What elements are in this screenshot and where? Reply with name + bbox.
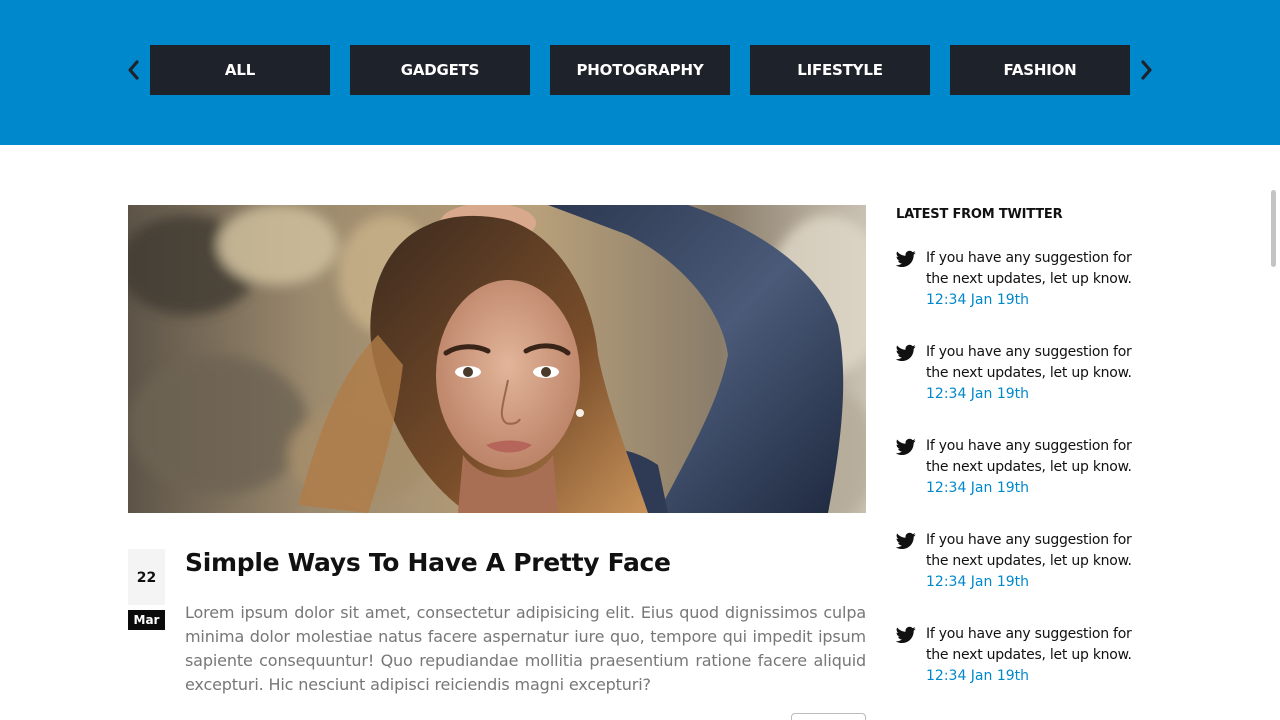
chevron-left-icon xyxy=(128,60,139,80)
tweet-text: If you have any suggestion for the next … xyxy=(926,250,1132,287)
next-categories-button[interactable] xyxy=(1140,58,1154,82)
tweet-time-link[interactable]: 12:34 Jan 19th xyxy=(926,668,1029,684)
post-excerpt: Lorem ipsum dolor sit amet, consectetur … xyxy=(185,603,866,694)
twitter-bird-icon xyxy=(896,438,916,455)
category-lifestyle[interactable]: LIFESTYLE xyxy=(750,45,930,95)
category-photography[interactable]: PHOTOGRAPHY xyxy=(550,45,730,95)
tweet-time-link[interactable]: 12:34 Jan 19th xyxy=(926,386,1029,402)
tweet-time-link[interactable]: 12:34 Jan 19th xyxy=(926,292,1029,308)
read-more-button[interactable] xyxy=(791,713,866,720)
tweet-text: If you have any suggestion for the next … xyxy=(926,532,1132,569)
category-gadgets[interactable]: GADGETS xyxy=(350,45,530,95)
tweet-text: If you have any suggestion for the next … xyxy=(926,438,1132,475)
tweet-text: If you have any suggestion for the next … xyxy=(926,626,1132,663)
category-fashion[interactable]: FASHION xyxy=(950,45,1130,95)
sidebar-twitter-title: LATEST FROM TWITTER xyxy=(896,207,1063,222)
post-date: 22 Mar xyxy=(128,549,165,630)
twitter-bird-icon xyxy=(896,344,916,361)
post-image[interactable] xyxy=(128,205,866,513)
post-photo xyxy=(128,205,866,513)
page-scrollbar[interactable] xyxy=(1271,190,1276,267)
post-date-day: 22 xyxy=(128,549,165,605)
chevron-right-icon xyxy=(1141,60,1152,80)
tweet-text: If you have any suggestion for the next … xyxy=(926,344,1132,381)
prev-categories-button[interactable] xyxy=(126,58,140,82)
post-title[interactable]: Simple Ways To Have A Pretty Face xyxy=(185,548,671,577)
category-all[interactable]: ALL xyxy=(150,45,330,95)
category-bar: ALL GADGETS PHOTOGRAPHY LIFESTYLE FASHIO… xyxy=(0,0,1280,145)
twitter-bird-icon xyxy=(896,626,916,643)
tweet-time-link[interactable]: 12:34 Jan 19th xyxy=(926,574,1029,590)
twitter-bird-icon xyxy=(896,532,916,549)
twitter-bird-icon xyxy=(896,250,916,267)
post-date-month: Mar xyxy=(128,610,165,630)
tweet-time-link[interactable]: 12:34 Jan 19th xyxy=(926,480,1029,496)
